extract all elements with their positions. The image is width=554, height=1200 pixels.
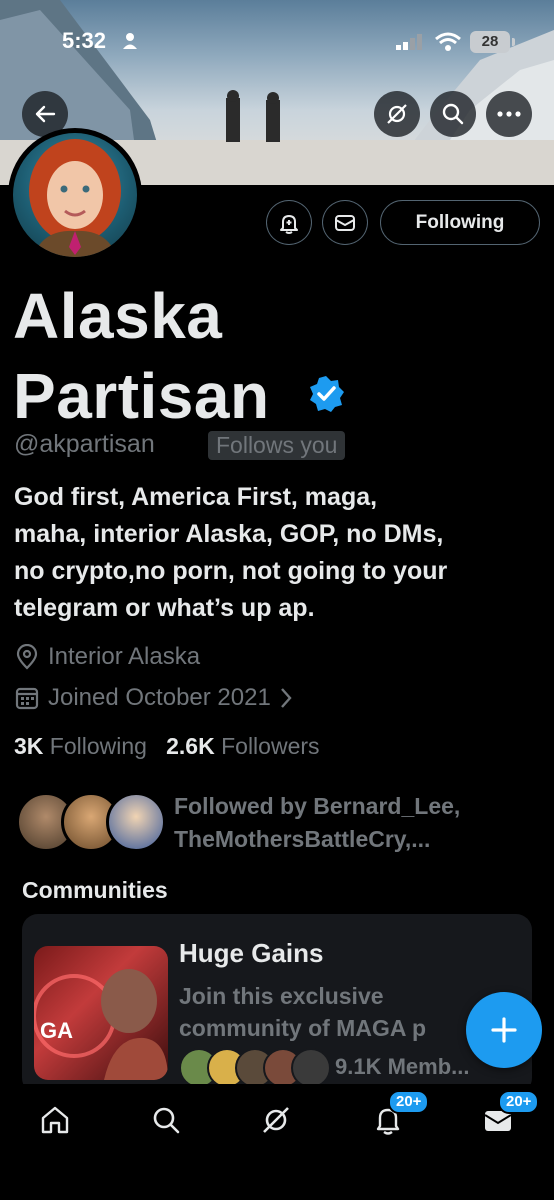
message-button[interactable] (322, 200, 368, 245)
bio-line: no crypto,no porn, not going to your (14, 557, 448, 585)
status-time: 5:32 (62, 28, 107, 53)
battery-tip (512, 38, 515, 46)
more-icon (497, 111, 521, 117)
profile-handle: @akpartisan (14, 430, 155, 458)
following-link[interactable]: 3K Following (14, 733, 147, 759)
followed-by-line: Followed by Bernard_Lee, (174, 793, 461, 819)
follows-you-badge: Follows you (208, 431, 346, 460)
bell-plus-icon (280, 214, 298, 234)
home-icon (41, 1106, 69, 1134)
grok-icon (263, 1107, 289, 1133)
person-icon (123, 33, 137, 49)
followers-label: Followers (221, 733, 320, 759)
envelope-icon (335, 214, 355, 231)
signal-icon (396, 34, 422, 50)
bio-line: telegram or what’s up ap. (14, 594, 315, 622)
community-name: Huge Gains (179, 938, 324, 968)
verified-badge-icon[interactable] (306, 374, 346, 414)
tab-home[interactable] (33, 1098, 77, 1142)
compose-button[interactable] (466, 992, 542, 1068)
search-button[interactable] (430, 91, 476, 137)
community-image: GA (34, 946, 168, 1080)
search-icon (153, 1107, 180, 1134)
location-pin-icon (16, 644, 38, 670)
followers-link[interactable]: 2.6K Followers (166, 733, 319, 759)
member-avatar (291, 1048, 331, 1088)
chevron-right-icon (280, 688, 292, 708)
calendar-icon (15, 687, 39, 710)
tab-grok[interactable] (254, 1098, 298, 1142)
grok-icon (387, 104, 407, 124)
messages-badge: 20+ (498, 1090, 540, 1114)
community-description: Join this exclusive community of MAGA p (179, 980, 509, 1044)
tab-messages[interactable]: 20+ (476, 1090, 540, 1142)
tab-search[interactable] (144, 1098, 188, 1142)
following-count: 3K (14, 733, 44, 759)
community-desc-line: community of MAGA p (179, 1015, 427, 1041)
communities-heading: Communities (22, 877, 168, 903)
bottom-tab-bar: 20+ 20+ (0, 1084, 554, 1200)
battery-indicator: 28 (470, 31, 510, 53)
plus-icon (491, 1017, 517, 1043)
followers-count: 2.6K (166, 733, 215, 759)
avatar[interactable] (8, 128, 142, 262)
profile-name-line1: Alaska (13, 280, 223, 352)
community-desc-line: Join this exclusive (179, 983, 384, 1009)
profile-bio: God first, America First, maga, maha, in… (14, 479, 544, 627)
back-arrow-icon (35, 105, 56, 123)
svg-text:GA: GA (40, 1018, 73, 1043)
following-button[interactable]: Following (380, 200, 540, 245)
bio-line: God first, America First, maga, (14, 483, 378, 511)
grok-button[interactable] (374, 91, 420, 137)
profile-name: Alaska Partisan (13, 276, 270, 436)
followed-by-row[interactable]: Followed by Bernard_Lee, TheMothersBattl… (16, 790, 546, 858)
member-count: 9.1K Memb... (335, 1054, 470, 1079)
bio-line: maha, interior Alaska, GOP, no DMs, (14, 520, 444, 548)
wifi-icon (435, 32, 461, 51)
community-card[interactable]: GA Huge Gains Join this exclusive commun… (22, 914, 532, 1094)
avatar-image (13, 133, 137, 257)
followed-by-line: TheMothersBattleCry,... (174, 826, 431, 852)
follow-counts: 3K Following 2.6K Followers (14, 733, 320, 760)
notifications-badge: 20+ (388, 1090, 430, 1114)
joined-row[interactable]: Joined October 2021 (14, 684, 293, 712)
notify-button[interactable] (266, 200, 312, 245)
more-button[interactable] (486, 91, 532, 137)
follower-avatar (106, 792, 166, 852)
location-row: Interior Alaska (14, 643, 200, 671)
location-text: Interior Alaska (48, 643, 201, 670)
tab-notifications[interactable]: 20+ (366, 1090, 430, 1142)
profile-name-line2: Partisan (13, 360, 270, 432)
search-icon (442, 103, 464, 125)
joined-text: Joined October 2021 (48, 684, 271, 711)
followed-by-text: Followed by Bernard_Lee, TheMothersBattl… (174, 790, 460, 856)
following-label: Following (49, 733, 147, 759)
status-bar: 5:32 28 (0, 28, 554, 58)
